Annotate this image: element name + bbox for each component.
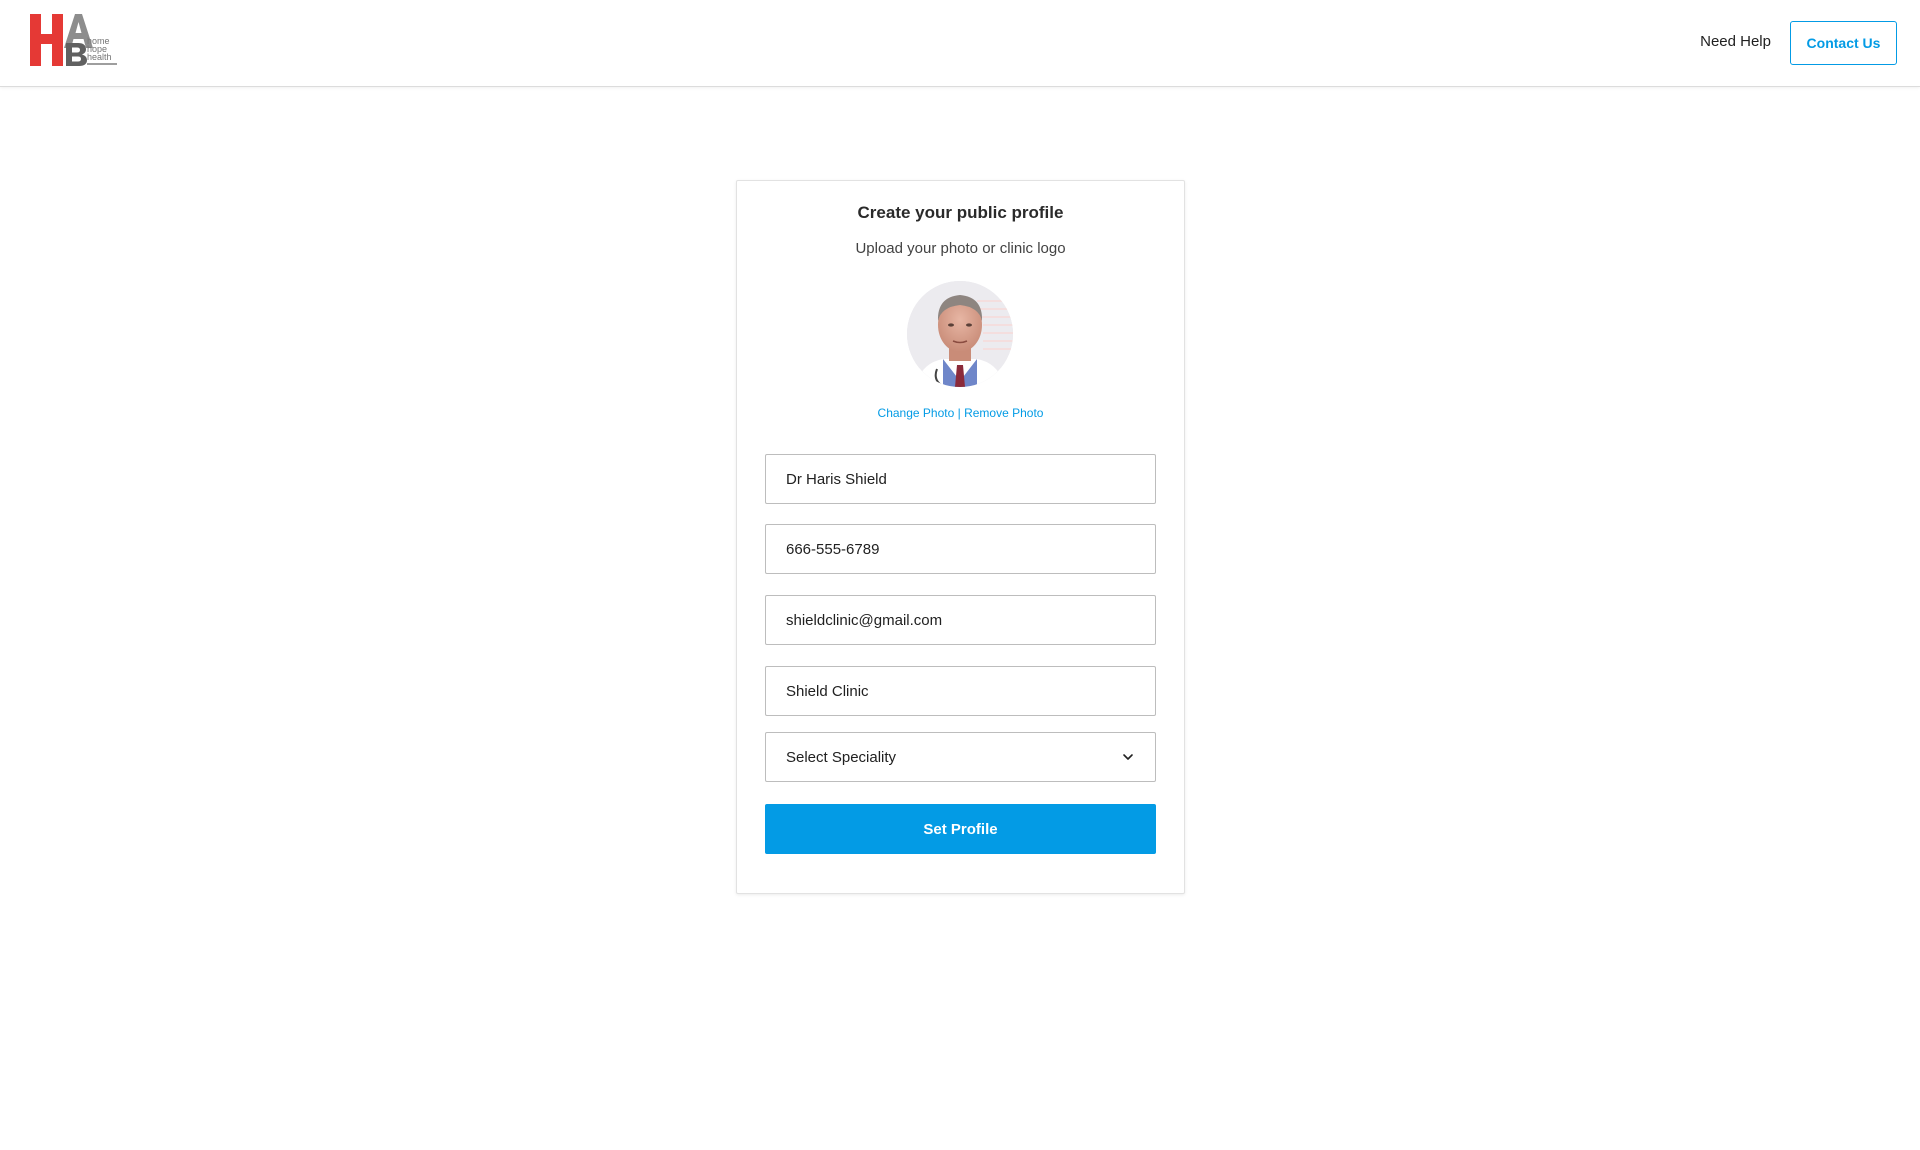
- need-help-link[interactable]: Need Help: [1700, 33, 1771, 50]
- photo-actions: Change Photo | Remove Photo: [737, 406, 1184, 420]
- svg-text:health: health: [87, 52, 112, 62]
- remove-photo-link[interactable]: Remove Photo: [964, 406, 1043, 420]
- card-subtitle: Upload your photo or clinic logo: [855, 240, 1066, 257]
- profile-photo-avatar[interactable]: [907, 281, 1013, 387]
- card-title: Create your public profile: [857, 203, 1064, 222]
- speciality-selected-value: Select Speciality: [786, 748, 897, 766]
- name-field[interactable]: [765, 454, 1156, 504]
- change-photo-link[interactable]: Change Photo: [878, 406, 955, 420]
- photo-link-separator: |: [957, 406, 961, 420]
- chevron-down-icon: [1121, 750, 1135, 764]
- top-header: home hope health Need Help Contact Us: [0, 0, 1920, 87]
- email-field[interactable]: [765, 595, 1156, 645]
- contact-us-button[interactable]: Contact Us: [1790, 21, 1897, 65]
- clinic-name-field[interactable]: [765, 666, 1156, 716]
- profile-card: Create your public profile Upload your p…: [736, 180, 1185, 894]
- set-profile-button[interactable]: Set Profile: [765, 804, 1156, 854]
- hab-logo[interactable]: home hope health: [30, 12, 124, 68]
- phone-field[interactable]: [765, 524, 1156, 574]
- speciality-select[interactable]: Select Speciality: [765, 732, 1156, 782]
